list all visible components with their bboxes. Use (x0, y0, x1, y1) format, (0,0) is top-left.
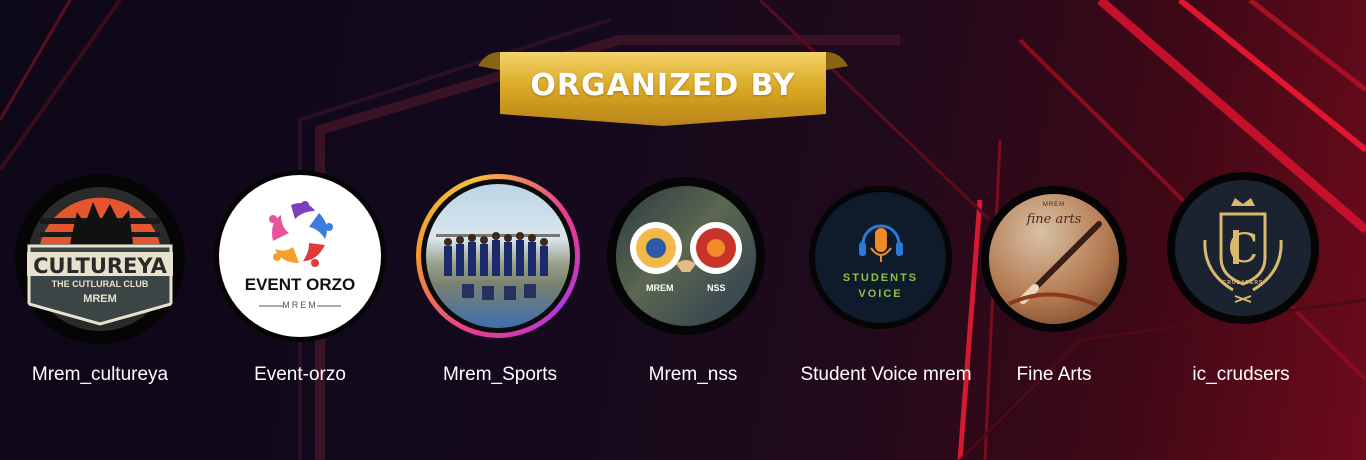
mrem-sports-label[interactable]: Mrem_Sports (390, 364, 610, 386)
cultureya-logo-footer: MREM (83, 293, 117, 305)
students-voice-line2: VOICE (858, 288, 903, 300)
event-orzo-logo-title: EVENT ORZO (244, 275, 356, 294)
students-voice-line1: STUDENTS (842, 272, 919, 284)
students-voice-logo[interactable]: STUDENTS VOICE (809, 186, 952, 329)
mrem-sports-photo (421, 179, 575, 333)
nss-right-caption: NSS (707, 283, 726, 293)
fine-arts-logo[interactable]: MREM fine arts (981, 186, 1127, 332)
mrem-sports-photo-frame (426, 184, 570, 328)
mrem-nss-disc: MREM NSS (616, 186, 756, 326)
ic-crusaders-logo[interactable]: C CRUSADERS (1167, 172, 1319, 324)
event-orzo-disc: EVENT ORZO MREM (219, 175, 381, 337)
cultureya-logo-title: CULTUREYA (33, 254, 167, 278)
fine-arts-script: fine arts (1026, 212, 1082, 227)
mrem-sports-logo[interactable] (416, 174, 580, 338)
students-voice-disc: STUDENTS VOICE (815, 192, 946, 323)
team-photo-icon (436, 232, 560, 300)
ic-crusaders-label[interactable]: ic_crudsers (1131, 364, 1351, 386)
mrem-nss-label[interactable]: Mrem_nss (583, 364, 803, 386)
event-orzo-logo[interactable]: EVENT ORZO MREM (214, 170, 386, 342)
microphone-icon (859, 224, 903, 262)
crest-icon: C (1203, 198, 1283, 303)
nss-emblem-icon (616, 186, 756, 326)
ic-crusaders-disc: C CRUSADERS (1175, 180, 1311, 316)
cultureya-label[interactable]: Mrem_cultureya (0, 364, 210, 386)
cultureya-logo[interactable]: CULTUREYA THE CUTLURAL CLUB MREM (15, 174, 185, 344)
cultureya-logo-subtitle: THE CUTLURAL CLUB (51, 279, 149, 289)
svg-text:C: C (1228, 226, 1259, 272)
event-orzo-label[interactable]: Event-orzo (190, 364, 410, 386)
ribbon-title: ORGANIZED BY (530, 68, 796, 103)
mrem-nss-logo[interactable]: MREM NSS (607, 177, 765, 335)
organized-by-ribbon: ORGANIZED BY (476, 50, 850, 130)
fine-arts-disc: MREM fine arts (989, 194, 1119, 324)
nss-left-caption: MREM (646, 283, 674, 293)
ic-crusaders-banner: CRUSADERS (1222, 280, 1264, 286)
people-circle-icon (259, 201, 341, 307)
event-orzo-logo-subtitle: MREM (282, 300, 318, 310)
fine-arts-small-caption: MREM (1042, 202, 1066, 208)
